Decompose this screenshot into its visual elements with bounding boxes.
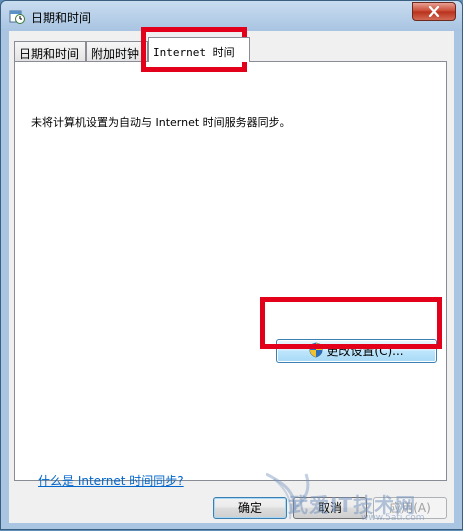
clock-calendar-icon <box>9 10 25 24</box>
uac-shield-icon <box>309 342 323 358</box>
change-settings-label: 更改设置(C)... <box>326 344 404 358</box>
help-link[interactable]: 什么是 Internet 时间同步? <box>38 472 184 489</box>
change-settings-button[interactable]: 更改设置(C)... <box>276 339 437 363</box>
tab-internet-time[interactable]: Internet 时间 <box>148 37 250 62</box>
title-bar[interactable]: 日期和时间 <box>1 1 462 31</box>
tab-date-time[interactable]: 日期和时间 <box>14 41 86 61</box>
apply-button[interactable]: 应用(A) <box>373 497 447 519</box>
tab-additional-clocks[interactable]: 附加时钟 <box>86 41 148 61</box>
window-title: 日期和时间 <box>31 11 92 25</box>
sync-status-text: 未将计算机设置为自动与 Internet 时间服务器同步。 <box>31 116 291 129</box>
close-icon <box>428 6 440 17</box>
internet-time-panel: 未将计算机设置为自动与 Internet 时间服务器同步。 更改设置(C)...… <box>14 61 447 488</box>
close-button[interactable] <box>412 2 456 21</box>
cancel-button[interactable]: 取消 <box>293 497 367 519</box>
date-time-dialog: 日期和时间 日期和时间 附加时钟 Internet 时间 未将计算机设置为自动与… <box>0 0 463 530</box>
dialog-client-area: 日期和时间 附加时钟 Internet 时间 未将计算机设置为自动与 Inter… <box>9 31 454 523</box>
ok-button[interactable]: 确定 <box>213 497 287 519</box>
